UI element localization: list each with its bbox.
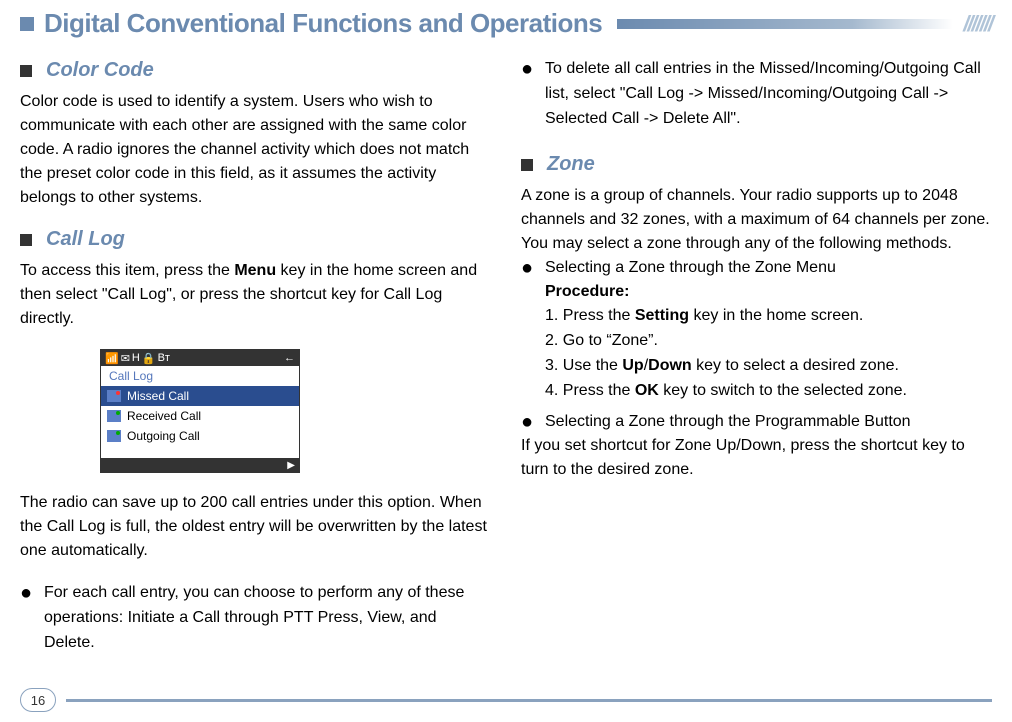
step-4: 4. Press the OK key to switch to the sel… <box>545 379 992 404</box>
bt-label: Bт <box>158 352 170 364</box>
page-footer: 16 <box>20 688 992 712</box>
radio-bottom-bar: ▶ <box>101 458 299 472</box>
bullet-item: ● For each call entry, you can choose to… <box>20 581 491 655</box>
section-head-zone: Zone <box>521 153 992 176</box>
section-head-call-log: Call Log <box>20 228 491 251</box>
zone-method-2: Selecting a Zone through the Programmabl… <box>545 410 992 434</box>
h-icon: H <box>132 352 140 364</box>
section-bullet-icon <box>521 159 533 171</box>
list-label: Outgoing Call <box>127 429 200 443</box>
left-column: Color Code Color code is used to identif… <box>20 57 491 659</box>
signal-icon: 📶 <box>105 352 119 365</box>
page-title: Digital Conventional Functions and Opera… <box>44 8 602 39</box>
back-arrow-icon: ← <box>284 352 295 364</box>
radio-status-bar: 📶 ✉ H 🔒 Bт ← <box>101 350 299 366</box>
zone-p2: You may select a zone through any of the… <box>521 232 992 256</box>
section-title: Zone <box>547 153 595 176</box>
zone-p1: A zone is a group of channels. Your radi… <box>521 184 992 232</box>
bullet-item: ● Selecting a Zone through the Zone Menu <box>521 256 992 280</box>
procedure-label: Procedure: <box>545 280 992 304</box>
radio-list-item: Outgoing Call <box>101 426 299 446</box>
section-title: Color Code <box>46 59 154 82</box>
call-icon <box>107 410 121 422</box>
zone-method-1: Selecting a Zone through the Zone Menu <box>545 256 992 280</box>
page-header: Digital Conventional Functions and Opera… <box>20 8 992 39</box>
section-title: Call Log <box>46 228 125 251</box>
bullet-text: For each call entry, you can choose to p… <box>44 581 491 655</box>
text-fragment: 1. Press the <box>545 307 635 324</box>
bold-word: Setting <box>635 307 689 324</box>
zone-p3: If you set shortcut for Zone Up/Down, pr… <box>521 434 992 482</box>
radio-screenshot: 📶 ✉ H 🔒 Bт ← Call Log Missed Call Receiv… <box>100 349 491 473</box>
bullet-dot-icon: ● <box>521 410 545 434</box>
bullet-item: ● To delete all call entries in the Miss… <box>521 57 992 131</box>
section-bullet-icon <box>20 234 32 246</box>
color-code-text: Color code is used to identify a system.… <box>20 90 491 210</box>
enter-icon: ▶ <box>287 460 295 470</box>
section-bullet-icon <box>20 65 32 77</box>
section-head-color-code: Color Code <box>20 59 491 82</box>
msg-icon: ✉ <box>121 352 130 365</box>
call-icon <box>107 430 121 442</box>
radio-list-item: Missed Call <box>101 386 299 406</box>
bullet-dot-icon: ● <box>20 581 44 655</box>
text-fragment: key in the home screen. <box>689 307 863 324</box>
bullet-dot-icon: ● <box>521 256 545 280</box>
text-fragment: 4. Press the <box>545 382 635 399</box>
radio-screen: 📶 ✉ H 🔒 Bт ← Call Log Missed Call Receiv… <box>100 349 300 473</box>
page-number: 16 <box>20 688 56 712</box>
bullet-item: ● Selecting a Zone through the Programma… <box>521 410 992 434</box>
radio-list-item: Received Call <box>101 406 299 426</box>
step-1: 1. Press the Setting key in the home scr… <box>545 304 992 329</box>
bold-word: Up <box>622 357 643 374</box>
bold-word: Down <box>648 357 692 374</box>
step-2: 2. Go to “Zone”. <box>545 329 992 354</box>
text-fragment: 3. Use the <box>545 357 622 374</box>
list-label: Missed Call <box>127 389 189 403</box>
right-column: ● To delete all call entries in the Miss… <box>521 57 992 659</box>
bold-word: OK <box>635 382 659 399</box>
bullet-text: To delete all call entries in the Missed… <box>545 57 992 131</box>
radio-screen-title: Call Log <box>101 366 299 386</box>
header-square-icon <box>20 17 34 31</box>
bold-word: Menu <box>234 262 276 279</box>
header-divider <box>617 19 953 29</box>
bullet-dot-icon: ● <box>521 57 545 131</box>
call-icon <box>107 390 121 402</box>
header-hash-icon: /////// <box>963 11 992 37</box>
text-fragment: key to switch to the selected zone. <box>659 382 907 399</box>
step-3: 3. Use the Up/Down key to select a desir… <box>545 354 992 379</box>
content-columns: Color Code Color code is used to identif… <box>20 57 992 659</box>
call-log-para: The radio can save up to 200 call entrie… <box>20 491 491 563</box>
status-icons: 📶 ✉ H 🔒 Bт <box>105 352 170 365</box>
list-label: Received Call <box>127 409 201 423</box>
text-fragment: To access this item, press the <box>20 262 234 279</box>
text-fragment: key to select a desired zone. <box>692 357 899 374</box>
lock-icon: 🔒 <box>142 352 156 365</box>
call-log-intro: To access this item, press the Menu key … <box>20 259 491 331</box>
footer-divider <box>66 699 992 702</box>
